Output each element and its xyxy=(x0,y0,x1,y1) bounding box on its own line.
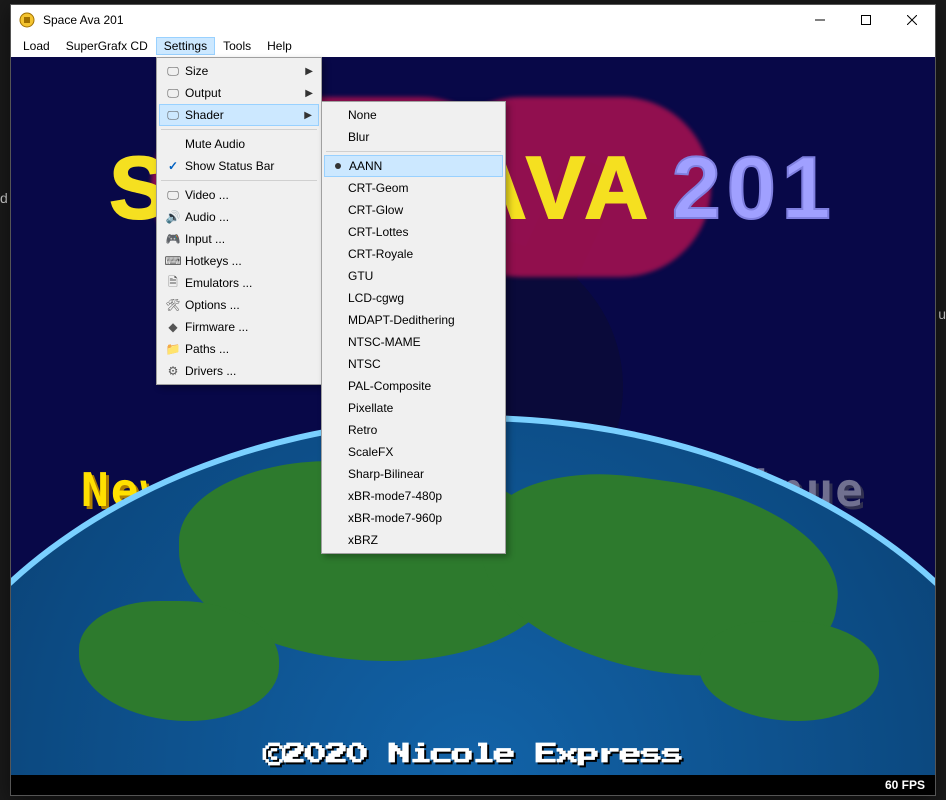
shader-option-gtu[interactable]: GTU xyxy=(324,265,503,287)
menu-load[interactable]: Load xyxy=(15,37,58,55)
emulator-window: Space Ava 201 Load SuperGrafx CD Setting… xyxy=(10,4,936,796)
settings-video[interactable]: 🖵 Video ... xyxy=(159,184,319,206)
shader-option-pal-composite[interactable]: PAL-Composite xyxy=(324,375,503,397)
speaker-icon: 🔊 xyxy=(161,210,185,224)
monitor-icon: 🖵 xyxy=(161,86,185,101)
folder-icon: 📁 xyxy=(161,342,185,356)
shader-option-crt-geom[interactable]: CRT-Geom xyxy=(324,177,503,199)
settings-size[interactable]: 🖵 Size ▶ xyxy=(159,60,319,82)
shader-option-aann[interactable]: AANN xyxy=(324,155,503,177)
settings-options[interactable]: 🛠 Options ... xyxy=(159,294,319,316)
check-icon: ✓ xyxy=(161,159,185,173)
background-text-fragment: u xyxy=(938,306,946,322)
shader-option-lcd-cgwg[interactable]: LCD-cgwg xyxy=(324,287,503,309)
settings-output[interactable]: 🖵 Output ▶ xyxy=(159,82,319,104)
monitor-icon: 🖵 xyxy=(161,188,185,203)
maximize-button[interactable] xyxy=(843,5,889,35)
document-icon: 🗎 xyxy=(161,273,185,294)
shader-option-crt-royale[interactable]: CRT-Royale xyxy=(324,243,503,265)
shader-option-sharp-bilinear[interactable]: Sharp-Bilinear xyxy=(324,463,503,485)
menu-supergrafx-cd[interactable]: SuperGrafx CD xyxy=(58,37,156,55)
settings-mute-audio[interactable]: Mute Audio xyxy=(159,133,319,155)
menu-separator xyxy=(326,151,501,152)
shader-option-mdapt-dedithering[interactable]: MDAPT-Dedithering xyxy=(324,309,503,331)
shader-option-retro[interactable]: Retro xyxy=(324,419,503,441)
menu-help[interactable]: Help xyxy=(259,37,300,55)
background-text-fragment: d xyxy=(0,190,8,206)
shader-option-xbr-mode7-480p[interactable]: xBR-mode7-480p xyxy=(324,485,503,507)
menubar: Load SuperGrafx CD Settings Tools Help xyxy=(11,35,935,57)
fps-counter: 60 FPS xyxy=(885,778,925,792)
tools-icon: 🛠 xyxy=(161,298,185,312)
settings-hotkeys[interactable]: ⌨ Hotkeys ... xyxy=(159,250,319,272)
shader-option-crt-lottes[interactable]: CRT-Lottes xyxy=(324,221,503,243)
radio-selected-icon xyxy=(327,163,349,169)
close-button[interactable] xyxy=(889,5,935,35)
chevron-right-icon: ▶ xyxy=(305,88,313,99)
copyright-text: ©2020 Nicole Express xyxy=(263,743,683,765)
shader-option-blur[interactable]: Blur xyxy=(324,126,503,148)
chip-icon: ◆ xyxy=(161,320,185,334)
shader-option-ntsc[interactable]: NTSC xyxy=(324,353,503,375)
menu-separator xyxy=(161,180,317,181)
shader-option-none[interactable]: None xyxy=(324,104,503,126)
shader-submenu: None Blur AANN CRT-Geom CRT-Glow CRT-Lot… xyxy=(321,101,506,554)
shader-option-ntsc-mame[interactable]: NTSC-MAME xyxy=(324,331,503,353)
shader-option-scalefx[interactable]: ScaleFX xyxy=(324,441,503,463)
monitor-icon: 🖵 xyxy=(161,108,185,123)
monitor-icon: 🖵 xyxy=(161,64,185,79)
settings-input[interactable]: 🎮 Input ... xyxy=(159,228,319,250)
settings-audio[interactable]: 🔊 Audio ... xyxy=(159,206,319,228)
app-icon xyxy=(19,12,35,28)
shader-option-xbrz[interactable]: xBRZ xyxy=(324,529,503,551)
menu-separator xyxy=(161,129,317,130)
window-controls xyxy=(797,5,935,35)
shader-option-pixellate[interactable]: Pixellate xyxy=(324,397,503,419)
chevron-right-icon: ▶ xyxy=(304,110,312,121)
titlebar[interactable]: Space Ava 201 xyxy=(11,5,935,35)
menu-tools[interactable]: Tools xyxy=(215,37,259,55)
settings-firmware[interactable]: ◆ Firmware ... xyxy=(159,316,319,338)
settings-emulators[interactable]: 🗎 Emulators ... xyxy=(159,272,319,294)
shader-option-crt-glow[interactable]: CRT-Glow xyxy=(324,199,503,221)
shader-option-xbr-mode7-960p[interactable]: xBR-mode7-960p xyxy=(324,507,503,529)
window-title: Space Ava 201 xyxy=(43,13,797,27)
chevron-right-icon: ▶ xyxy=(305,66,313,77)
status-bar: 60 FPS xyxy=(11,775,935,795)
settings-paths[interactable]: 📁 Paths ... xyxy=(159,338,319,360)
menu-settings[interactable]: Settings xyxy=(156,37,215,55)
settings-dropdown: 🖵 Size ▶ 🖵 Output ▶ 🖵 Shader ▶ Mute Audi… xyxy=(156,57,322,385)
minimize-button[interactable] xyxy=(797,5,843,35)
settings-show-status-bar[interactable]: ✓ Show Status Bar xyxy=(159,155,319,177)
gamepad-icon: 🎮 xyxy=(161,232,185,246)
settings-shader[interactable]: 🖵 Shader ▶ xyxy=(159,104,319,126)
keyboard-icon: ⌨ xyxy=(161,254,185,268)
settings-drivers[interactable]: ⚙ Drivers ... xyxy=(159,360,319,382)
gear-icon: ⚙ xyxy=(161,364,185,378)
